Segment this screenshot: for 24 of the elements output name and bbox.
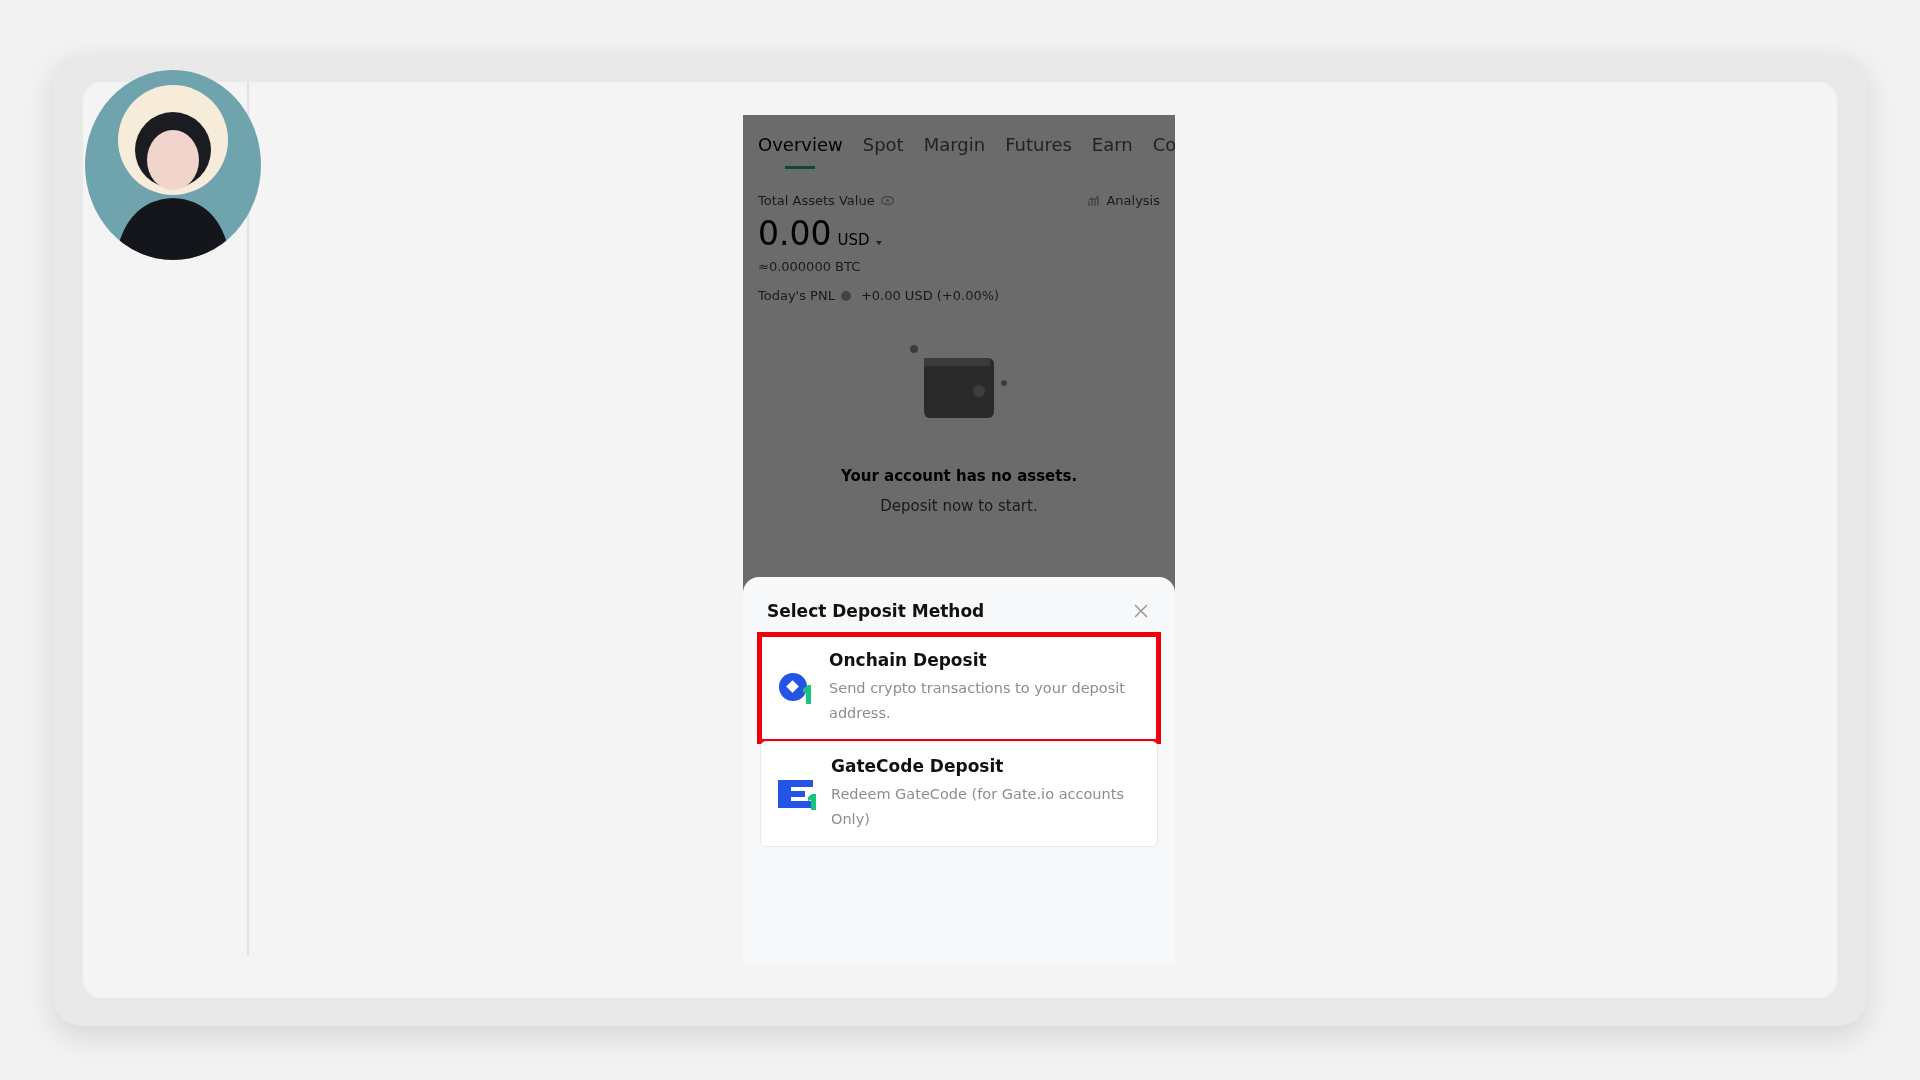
chart-icon [1088,194,1101,207]
sheet-title: Select Deposit Method [767,601,985,621]
pnl-label: Today's PNL [758,288,835,303]
btc-value: ≈0.000000 BTC [758,259,862,274]
tab[interactable]: Margin [923,127,986,171]
caret-icon [875,241,882,245]
deposit-option[interactable]: GateCode Deposit Redeem GateCode (for Gate.io accounts Only) [760,741,1158,847]
tab[interactable]: Futures [1005,127,1072,171]
pnl-value: +0.00 USD (+0.00%) [860,288,1000,303]
tab[interactable]: Spot [862,127,904,171]
total-assets-label: Total Assets Value [758,193,875,208]
analysis-link[interactable]: Analysis [1106,193,1160,208]
info-icon [840,290,851,301]
close-button[interactable] [1134,603,1150,619]
currency-selector[interactable]: USD [837,231,870,249]
empty-subtitle: Deposit now to start. [880,497,1038,515]
tab[interactable]: Overview [758,127,843,171]
empty-title: Your account has no assets. [840,467,1078,485]
asset-amount: 0.00 [758,214,832,253]
tab[interactable]: Earn [1091,127,1133,171]
eye-icon [880,196,894,205]
deposit-option[interactable]: Onchain Deposit Send crypto transactions to your deposit address. [760,635,1158,741]
code-card-icon [777,777,817,811]
tab[interactable]: Co [1152,127,1175,171]
